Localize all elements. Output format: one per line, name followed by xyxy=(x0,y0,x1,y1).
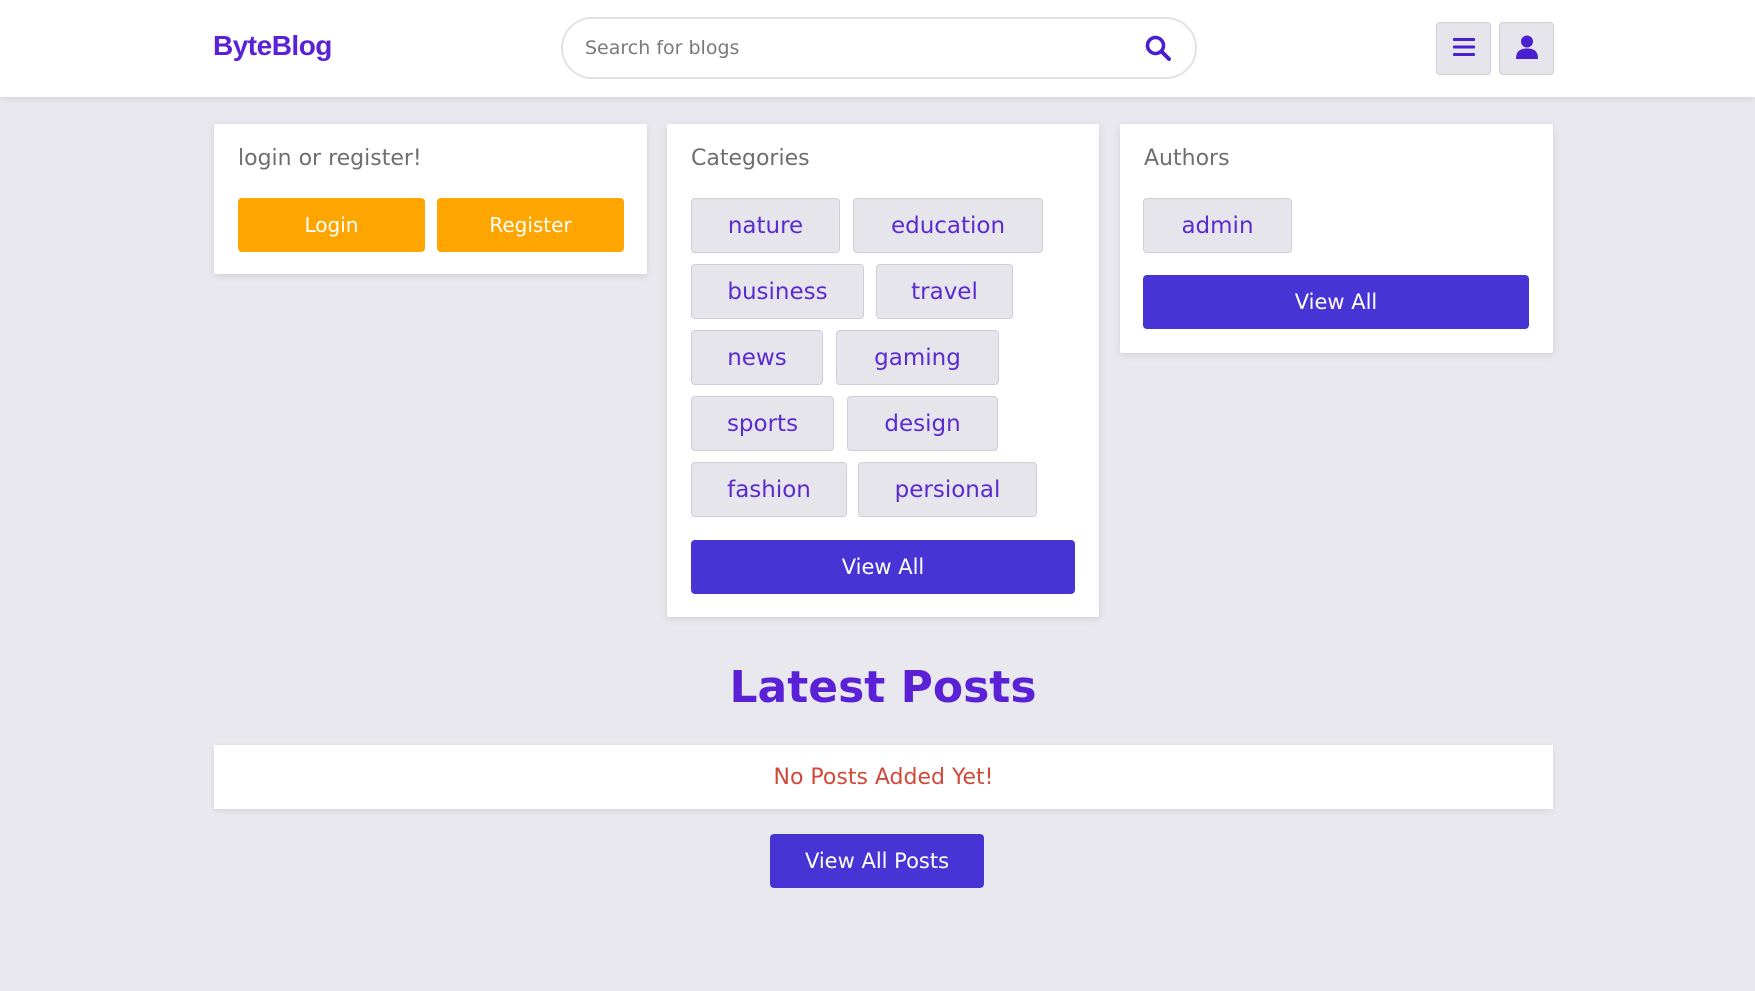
category-tag-education[interactable]: education xyxy=(853,198,1043,253)
categories-view-all-button[interactable]: View All xyxy=(691,540,1075,594)
brand-logo[interactable]: ByteBlog xyxy=(213,30,332,62)
category-tag-design[interactable]: design xyxy=(847,396,998,451)
author-tag-admin[interactable]: admin xyxy=(1143,198,1292,253)
search-input[interactable] xyxy=(585,31,1105,65)
login-card-title: login or register! xyxy=(238,146,422,171)
search-bar xyxy=(561,17,1197,79)
category-tag-sports[interactable]: sports xyxy=(691,396,834,451)
authors-card: Authors admin View All xyxy=(1120,124,1553,353)
category-tag-business[interactable]: business xyxy=(691,264,864,319)
login-register-card: login or register! Login Register xyxy=(214,124,647,274)
hamburger-menu-icon xyxy=(1452,37,1475,61)
categories-card: Categories nature education business tra… xyxy=(667,124,1099,617)
empty-posts-message: No Posts Added Yet! xyxy=(773,764,994,790)
category-tag-travel[interactable]: travel xyxy=(876,264,1013,319)
menu-button[interactable] xyxy=(1436,22,1491,75)
user-account-button[interactable] xyxy=(1499,22,1554,75)
user-icon xyxy=(1515,35,1538,63)
view-all-posts-button[interactable]: View All Posts xyxy=(770,834,984,888)
category-tag-nature[interactable]: nature xyxy=(691,198,840,253)
category-tag-fashion[interactable]: fashion xyxy=(691,462,847,517)
login-button[interactable]: Login xyxy=(238,198,425,252)
search-icon[interactable] xyxy=(1143,33,1173,63)
categories-title: Categories xyxy=(691,146,810,171)
register-button[interactable]: Register xyxy=(437,198,624,252)
posts-list: No Posts Added Yet! xyxy=(214,745,1553,809)
category-tag-persional[interactable]: persional xyxy=(858,462,1037,517)
category-tag-news[interactable]: news xyxy=(691,330,823,385)
top-navbar: ByteBlog xyxy=(0,0,1755,97)
category-tag-gaming[interactable]: gaming xyxy=(836,330,999,385)
authors-view-all-button[interactable]: View All xyxy=(1143,275,1529,329)
authors-title: Authors xyxy=(1144,146,1230,171)
latest-posts-heading: Latest Posts xyxy=(729,662,1037,713)
